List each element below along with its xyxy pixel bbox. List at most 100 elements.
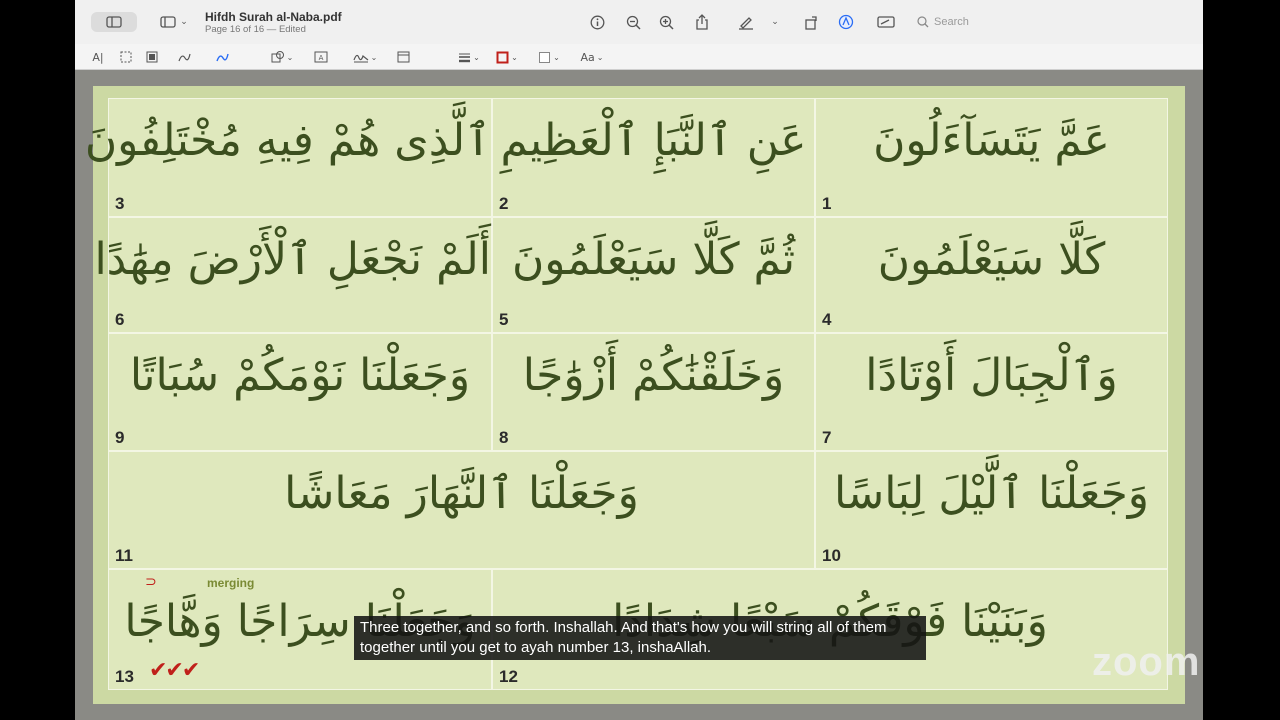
border-color-button[interactable]: ⌄ [493,46,521,68]
text-selection-button[interactable]: A| [89,46,107,68]
redact-icon [877,16,895,28]
rotate-icon [804,15,817,30]
rect-selection-button[interactable] [117,46,135,68]
document-subtitle: Page 16 of 16 — Edited [205,24,306,35]
redact-box-button[interactable] [143,46,161,68]
fill-color-button[interactable]: ⌄ [535,46,563,68]
zoom-out-icon [626,15,641,30]
markup-toggle-button[interactable] [835,11,857,33]
ayah-cell-4: كَلَّا سَيَعْلَمُونَ 4 [815,217,1168,333]
view-sidebar-icon [160,16,176,28]
text-box-button[interactable]: A [312,46,330,68]
line-style-button[interactable]: ⌄ [455,46,483,68]
share-icon [696,14,708,30]
chevron-down-icon: ⌄ [596,52,604,62]
fill-color-icon [539,51,551,63]
search-field[interactable]: Search [917,13,1037,31]
chevron-down-icon: ⌄ [511,52,518,62]
zoom-watermark: zoom [1092,640,1201,684]
ayah-text: وَجَعَلْنَا ٱلنَّهَارَ مَعَاشًا [284,468,639,519]
preview-window: ⌄ Hifdh Surah al-Naba.pdf Page 16 of 16 … [75,0,1203,720]
ayah-number: 9 [115,428,125,447]
ayah-cell-11: وَجَعَلْنَا ٱلنَّهَارَ مَعَاشًا 11 [108,451,815,569]
ayah-number: 6 [115,310,125,329]
highlight-menu-button[interactable]: ⌄ [767,11,783,33]
rotate-button[interactable] [800,11,822,33]
ayah-cell-8: وَخَلَقْنَٰكُمْ أَزْوَٰجًا 8 [492,333,815,451]
chevron-down-icon: ⌄ [180,17,188,27]
chevron-down-icon: ⌄ [370,52,378,62]
sidebar-toggle-button[interactable] [91,12,137,32]
zoom-in-button[interactable] [655,11,677,33]
info-icon [590,15,604,29]
ayah-text: كَلَّا سَيَعْلَمُونَ [877,234,1106,285]
zoom-out-button[interactable] [622,11,644,33]
redact-box-icon [146,51,158,63]
sketch-button[interactable] [175,46,193,68]
ayah-number: 10 [822,546,841,565]
ayah-number: 8 [499,428,509,447]
chevron-down-icon: ⌄ [286,52,294,62]
chevron-down-icon: ⌄ [771,17,779,27]
ayah-cell-10: وَجَعَلْنَا ٱلَّيْلَ لِبَاسًا 10 [815,451,1168,569]
shapes-icon [271,51,284,63]
ayah-number: 4 [822,310,832,329]
ayah-text: وَخَلَقْنَٰكُمْ أَزْوَٰجًا [522,350,785,401]
highlight-pen-icon [739,16,753,30]
ayah-cell-2: عَنِ ٱلنَّبَإِ ٱلْعَظِيمِ 2 [492,98,815,217]
ayah-text: وَجَعَلْنَا نَوْمَكُمْ سُبَاتًا [129,350,471,401]
note-button[interactable] [394,46,412,68]
title-bar: ⌄ Hifdh Surah al-Naba.pdf Page 16 of 16 … [75,0,1203,45]
merging-annotation: merging [207,576,255,590]
ayah-text: ٱلَّذِى هُمْ فِيهِ مُخْتَلِفُونَ [84,115,491,166]
ayah-text: ثُمَّ كَلَّا سَيَعْلَمُونَ [511,234,796,285]
sign-icon [353,54,369,63]
ayah-cell-7: وَٱلْجِبَالَ أَوْتَادًا 7 [815,333,1168,451]
text-style-button[interactable]: Aa ⌄ [577,46,607,68]
ayah-number: 7 [822,428,832,447]
zoom-in-icon [659,15,674,30]
ayah-text: عَمَّ يَتَسَآءَلُونَ [873,115,1110,166]
ayah-cell-5: ثُمَّ كَلَّا سَيَعْلَمُونَ 5 [492,217,815,333]
pdf-page: ٱلَّذِى هُمْ فِيهِ مُخْتَلِفُونَ 3 عَنِ … [84,86,1185,704]
markup-toolbar: A| ⌄ A ⌄ ⌄ ⌄ ⌄ Aa ⌄ [75,44,1203,70]
border-color-icon [496,51,509,63]
draw-button[interactable] [213,46,231,68]
redact-button[interactable] [874,11,898,33]
ayah-grid: ٱلَّذِى هُمْ فِيهِ مُخْتَلِفُونَ 3 عَنِ … [84,98,1168,690]
info-button[interactable] [586,11,608,33]
ayah-cell-6: أَلَمْ نَجْعَلِ ٱلْأَرْضَ مِهَٰدًا 6 [94,217,492,333]
ayah-number: 2 [499,194,509,213]
sign-button[interactable]: ⌄ [350,46,380,68]
red-checkmarks-annotation: ✔✔✔ [149,658,200,683]
view-menu-button[interactable]: ⌄ [157,11,191,33]
ayah-number: 11 [115,546,133,565]
highlight-button[interactable] [735,11,757,33]
sketch-icon [177,53,191,62]
shapes-button[interactable]: ⌄ [267,46,297,68]
ayah-cell-1: عَمَّ يَتَسَآءَلُونَ 1 [815,98,1168,217]
share-button[interactable] [691,11,713,33]
search-placeholder: Search [934,16,969,28]
draw-icon [215,53,229,62]
svg-text:A: A [319,54,324,62]
ayah-text: أَلَمْ نَجْعَلِ ٱلْأَرْضَ مِهَٰدًا [94,234,491,285]
ayah-number: 13 [115,667,134,686]
ayah-text: عَنِ ٱلنَّبَإِ ٱلْعَظِيمِ [500,115,807,166]
ayah-number: 5 [499,310,509,329]
ayah-number: 12 [499,667,518,686]
sidebar-icon [106,16,122,28]
text-selection-icon: A| [92,50,104,64]
red-arrow-annotation: ⊃ [145,574,157,590]
ayah-number: 1 [822,194,832,213]
rect-selection-icon [120,51,132,63]
ayah-text: وَٱلْجِبَالَ أَوْتَادًا [865,350,1118,401]
search-icon [917,16,929,28]
live-caption: Three together, and so forth. Inshallah.… [354,616,926,660]
ayah-text: وَجَعَلْنَا ٱلَّيْلَ لِبَاسًا [833,468,1150,519]
markup-icon [838,14,854,30]
chevron-down-icon: ⌄ [473,52,480,62]
text-box-icon: A [314,51,328,63]
document-title: Hifdh Surah al-Naba.pdf [205,10,342,24]
ayah-cell-9: وَجَعَلْنَا نَوْمَكُمْ سُبَاتًا 9 [108,333,492,451]
